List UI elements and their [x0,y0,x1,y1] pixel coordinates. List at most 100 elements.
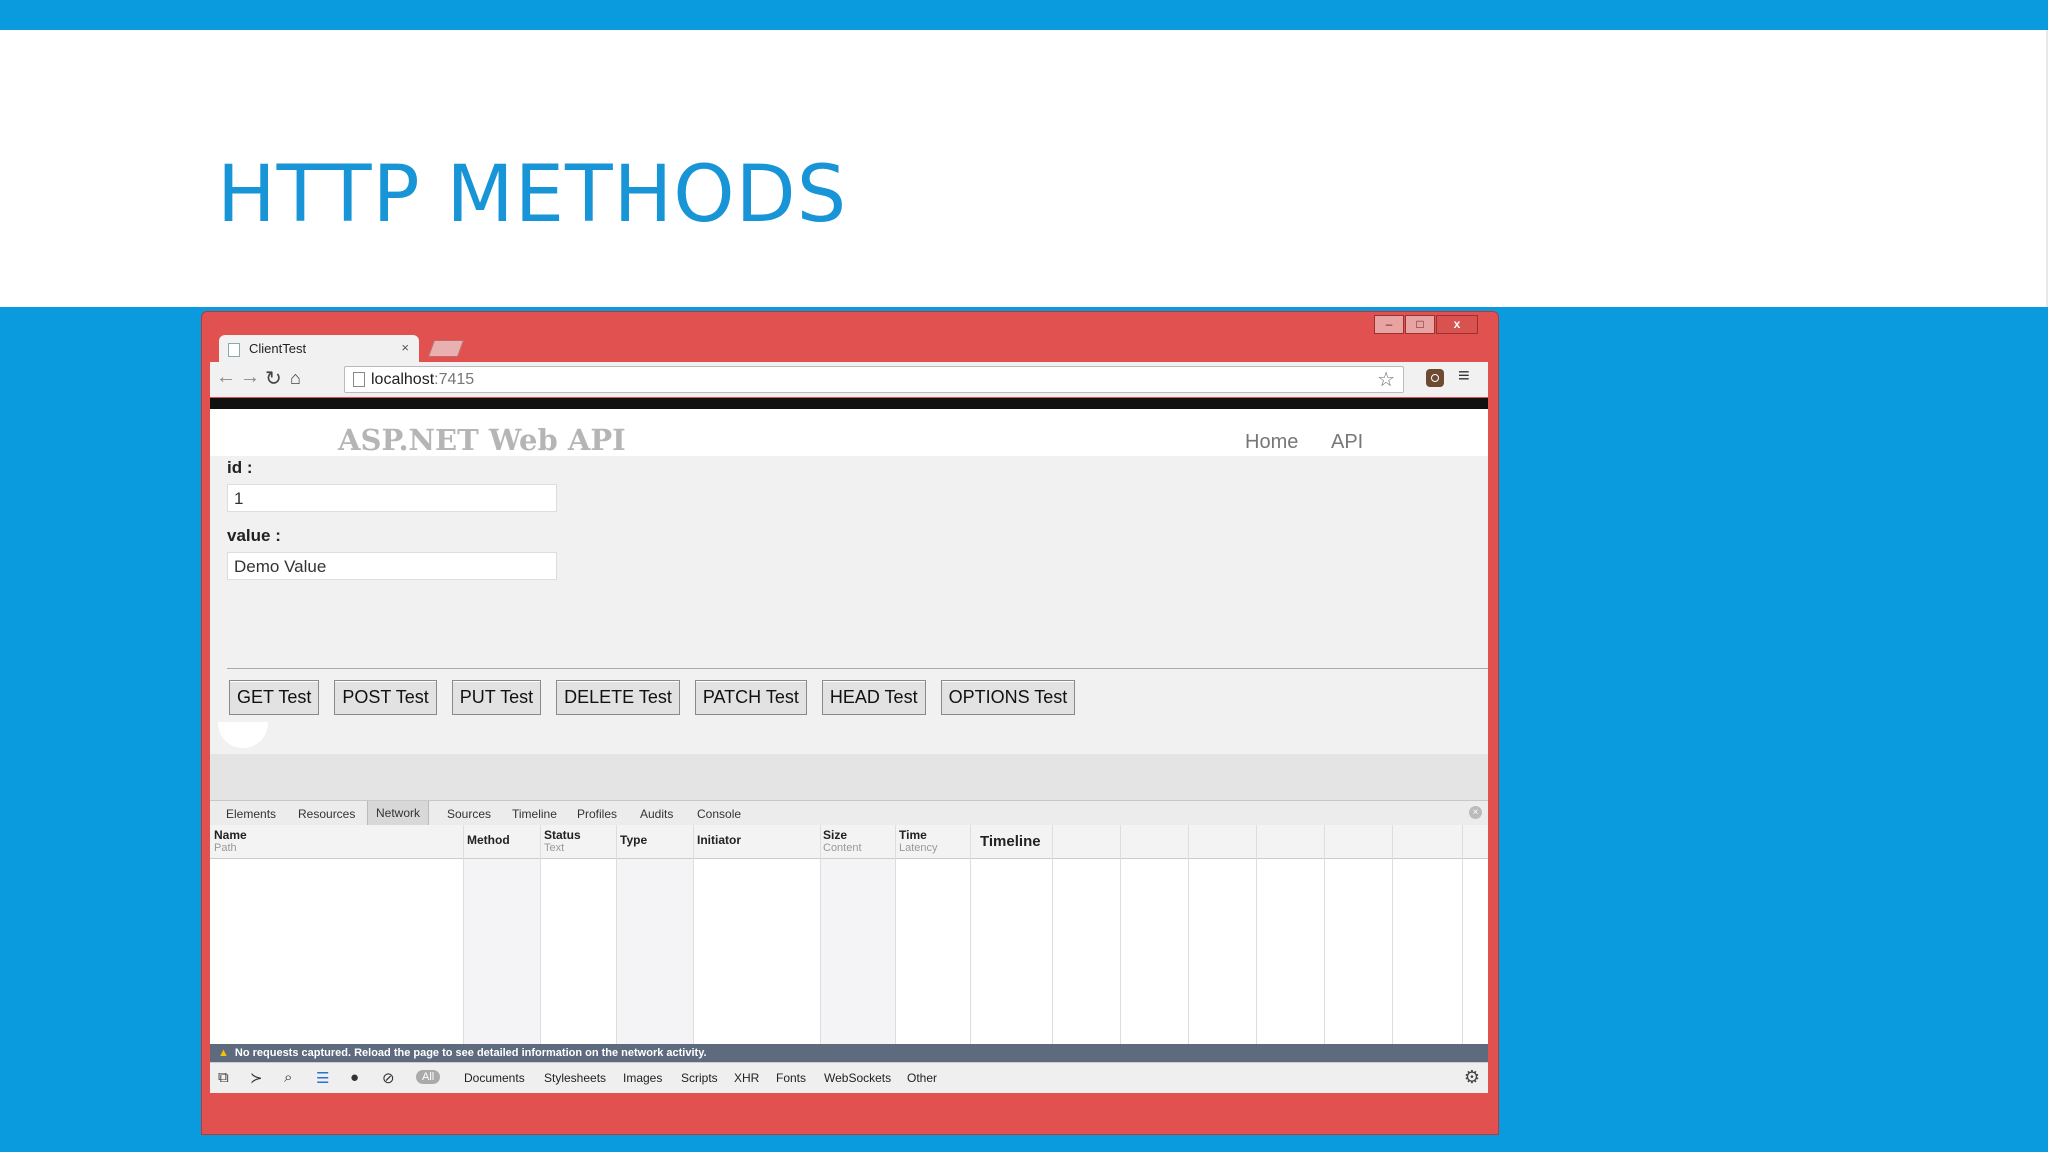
dock-icon[interactable]: ⧉ [218,1069,229,1086]
filter-fonts[interactable]: Fonts [776,1071,806,1085]
col-initiator[interactable]: Initiator [697,833,741,847]
browser-window: – □ x ClientTest × ← → ↻ ⌂ localhost:741… [201,311,1499,1135]
nav-home-link[interactable]: Home [1245,431,1298,454]
timeline-divider [1324,825,1325,1044]
column-divider [820,825,821,1044]
col-type[interactable]: Type [620,833,647,847]
tab-console[interactable]: Console [697,807,741,821]
filter-all[interactable]: All [416,1070,441,1084]
warning-icon: ▲ [218,1047,229,1059]
maximize-button[interactable]: □ [1405,315,1435,334]
timeline-divider [1256,825,1257,1044]
home-icon[interactable]: ⌂ [290,368,301,389]
filter-stylesheets[interactable]: Stylesheets [544,1071,606,1085]
close-window-button[interactable]: x [1436,315,1478,334]
size-column-fill [821,859,895,1044]
nav-api-link[interactable]: API [1331,431,1363,454]
network-status-bar: ▲ No requests captured. Reload the page t… [210,1044,1488,1062]
timeline-divider [1462,825,1463,1044]
column-divider [463,825,464,1044]
page-favicon-icon [228,343,240,357]
tab-audits[interactable]: Audits [640,807,673,821]
col-method[interactable]: Method [467,833,510,847]
put-test-button[interactable]: PUT Test [451,680,542,715]
filter-images[interactable]: Images [623,1071,662,1085]
col-status[interactable]: Status Text [544,828,581,854]
search-icon[interactable]: ⌕ [284,1069,292,1086]
tab-elements[interactable]: Elements [226,807,276,821]
record-icon[interactable]: ● [350,1069,359,1086]
post-test-button[interactable]: POST Test [334,680,437,715]
network-grid-header: Name Path Method Status Text Type Initiato… [210,825,1488,859]
list-view-icon[interactable]: ☰ [316,1069,329,1087]
filter-xhr[interactable]: XHR [734,1071,759,1085]
back-arrow-icon[interactable]: ← [216,366,236,389]
window-controls: – □ x [1373,315,1478,334]
browser-toolbar: ← → ↻ ⌂ localhost:7415 ☆ ≡ [210,362,1488,397]
filter-other[interactable]: Other [907,1071,937,1085]
tab-sources[interactable]: Sources [447,807,491,821]
tab-resources[interactable]: Resources [298,807,355,821]
value-input[interactable]: Demo Value [227,552,557,580]
filter-websockets[interactable]: WebSockets [824,1071,891,1085]
column-divider [970,825,971,1044]
col-time[interactable]: Time Latency [899,828,938,854]
tab-profiles[interactable]: Profiles [577,807,617,821]
timeline-divider [1120,825,1121,1044]
id-label: id : [227,458,253,477]
col-timeline[interactable]: Timeline [980,833,1041,850]
timeline-divider [1052,825,1053,1044]
form-area: id : 1 value : Demo Value GET Test POST … [210,456,1488,754]
reload-icon[interactable]: ↻ [265,366,282,391]
col-size[interactable]: Size Content [823,828,862,854]
timeline-divider [1392,825,1393,1044]
extension-icon[interactable] [1426,369,1444,387]
filter-documents[interactable]: Documents [464,1071,525,1085]
page-icon [353,372,365,387]
delete-test-button[interactable]: DELETE Test [556,680,680,715]
address-bar[interactable]: localhost:7415 ☆ [344,366,1404,393]
url-text: localhost:7415 [371,371,475,388]
slide-title: HTTP METHODS [217,150,848,240]
site-header: ASP.NET Web API Home API [210,409,1488,457]
patch-test-button[interactable]: PATCH Test [694,680,807,715]
filter-scripts[interactable]: Scripts [681,1071,718,1085]
title-band: HTTP METHODS [0,30,2048,307]
menu-icon[interactable]: ≡ [1458,365,1470,388]
devtools-tabs: Elements Resources Network Sources Timel… [210,800,1488,826]
page-top-bar [210,398,1488,409]
id-input[interactable]: 1 [227,484,557,512]
minimize-button[interactable]: – [1374,315,1404,334]
options-test-button[interactable]: OPTIONS Test [940,680,1076,715]
tab-network[interactable]: Network [367,801,430,825]
forward-arrow-icon[interactable]: → [240,366,260,389]
settings-gear-icon[interactable]: ⚙ [1464,1067,1480,1088]
method-column-fill [464,859,540,1044]
get-test-button[interactable]: GET Test [229,680,320,715]
devtools-panel: Elements Resources Network Sources Timel… [210,800,1488,1093]
type-column-fill [617,859,693,1044]
test-button-row: GET Test POST Test PUT Test DELETE Test … [229,680,1090,715]
value-label: value : [227,526,281,545]
browser-tab[interactable]: ClientTest × [219,335,419,362]
head-test-button[interactable]: HEAD Test [821,680,926,715]
column-divider [616,825,617,1044]
devtools-close-icon[interactable]: × [1469,806,1482,819]
clear-icon[interactable]: ⊘ [382,1069,395,1087]
column-divider [693,825,694,1044]
divider [227,668,1488,669]
status-message: No requests captured. Reload the page to… [234,1047,707,1059]
col-name[interactable]: Name Path [214,828,247,854]
column-divider [895,825,896,1044]
bookmark-star-icon[interactable]: ☆ [1377,367,1395,392]
page-footer-band [210,754,1488,800]
console-drawer-icon[interactable]: ≻ [250,1069,263,1087]
tab-title: ClientTest [249,341,307,356]
tab-close-icon[interactable]: × [401,340,409,355]
column-divider [540,825,541,1044]
timeline-divider [1188,825,1189,1044]
new-tab-button[interactable] [427,340,465,357]
devtools-bottom-bar: ⧉ ≻ ⌕ ☰ ● ⊘ All Documents Stylesheets Im… [210,1062,1488,1093]
page-viewport: ASP.NET Web API Home API id : 1 value : … [210,398,1488,1093]
tab-timeline[interactable]: Timeline [512,807,557,821]
